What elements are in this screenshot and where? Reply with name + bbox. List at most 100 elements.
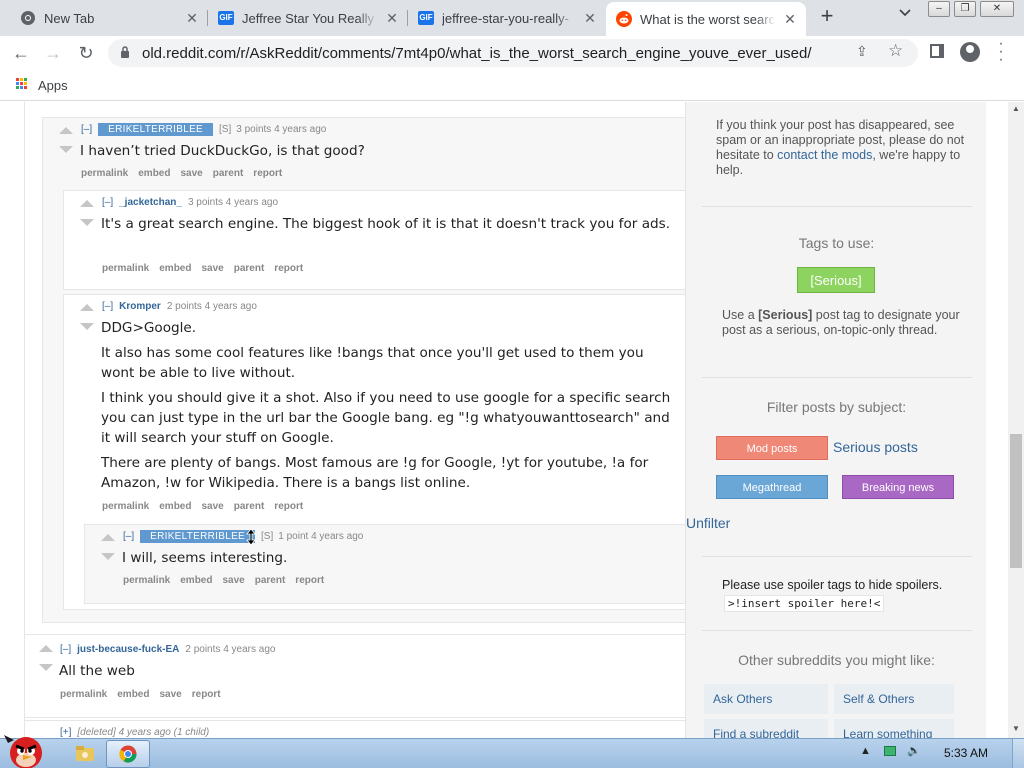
- reload-icon[interactable]: ↻: [74, 41, 98, 65]
- menu-kebab-icon[interactable]: · · ·: [995, 36, 1007, 68]
- serious-posts-link[interactable]: Serious posts: [833, 439, 918, 455]
- report-link[interactable]: report: [253, 168, 282, 179]
- address-bar[interactable]: old.reddit.com/r/AskReddit/comments/7mt4…: [108, 39, 918, 67]
- parent-link[interactable]: parent: [213, 168, 244, 179]
- close-tab-icon[interactable]: ✕: [384, 10, 400, 26]
- volume-icon[interactable]: 🔈: [907, 745, 921, 757]
- minimize-button[interactable]: –: [928, 1, 950, 17]
- save-link[interactable]: save: [180, 168, 202, 179]
- upvote-arrow-icon[interactable]: [59, 127, 73, 134]
- expand-toggle[interactable]: [+]: [60, 727, 71, 738]
- contact-mods-link[interactable]: contact the mods: [777, 148, 872, 162]
- comment-author[interactable]: ERIKELTERRIBLEE: [140, 530, 256, 543]
- save-link[interactable]: save: [201, 263, 223, 274]
- report-link[interactable]: report: [274, 263, 303, 274]
- close-tab-icon[interactable]: ✕: [184, 10, 200, 26]
- profile-avatar-icon[interactable]: [960, 42, 980, 62]
- save-link[interactable]: save: [222, 575, 244, 586]
- permalink-link[interactable]: permalink: [102, 263, 149, 274]
- scrollbar-thumb[interactable]: [1010, 434, 1022, 568]
- divider: [702, 630, 972, 631]
- collapse-toggle[interactable]: [–]: [81, 124, 92, 135]
- downvote-arrow-icon[interactable]: [80, 323, 94, 330]
- apps-label[interactable]: Apps: [38, 78, 68, 93]
- report-link[interactable]: report: [274, 501, 303, 512]
- apps-grid-icon[interactable]: [16, 78, 28, 90]
- permalink-link[interactable]: permalink: [102, 501, 149, 512]
- find-subreddit-link[interactable]: Find a subreddit: [704, 719, 828, 738]
- embed-link[interactable]: embed: [159, 263, 191, 274]
- embed-link[interactable]: embed: [159, 501, 191, 512]
- upvote-arrow-icon[interactable]: [39, 645, 53, 652]
- new-tab-button[interactable]: +: [816, 5, 838, 28]
- permalink-link[interactable]: permalink: [81, 168, 128, 179]
- tab-jeffree-2[interactable]: GIF jeffree-star-you-really- ✕: [408, 0, 606, 36]
- collapse-toggle[interactable]: [–]: [102, 197, 113, 208]
- breaking-news-button[interactable]: Breaking news: [842, 475, 954, 499]
- back-arrow-icon[interactable]: ←: [9, 41, 33, 65]
- downvote-arrow-icon[interactable]: [80, 219, 94, 226]
- downvote-arrow-icon[interactable]: [101, 553, 115, 560]
- upvote-arrow-icon[interactable]: [101, 534, 115, 541]
- close-tab-icon[interactable]: ✕: [582, 10, 598, 26]
- file-explorer-icon[interactable]: [66, 742, 106, 766]
- collapse-toggle[interactable]: [–]: [102, 301, 113, 312]
- tab-new-tab[interactable]: New Tab ✕: [12, 0, 208, 36]
- restore-button[interactable]: ❐: [954, 1, 976, 17]
- embed-link[interactable]: embed: [117, 689, 149, 700]
- comment-time: 4 years ago: [311, 531, 364, 542]
- tray-expand-icon[interactable]: ▲: [860, 745, 871, 757]
- tab-reddit-active[interactable]: What is the worst searc ✕: [606, 2, 806, 36]
- side-panel-icon[interactable]: [930, 44, 944, 58]
- parent-link[interactable]: parent: [255, 575, 286, 586]
- unfilter-link[interactable]: Unfilter: [686, 515, 730, 531]
- comment-author[interactable]: Kromper: [119, 301, 161, 312]
- downvote-arrow-icon[interactable]: [59, 146, 73, 153]
- scroll-up-arrow-icon[interactable]: ▲: [1011, 104, 1021, 114]
- downvote-arrow-icon[interactable]: [39, 664, 53, 671]
- taskbar-clock[interactable]: 5:33 AM: [944, 746, 988, 760]
- comment-paragraph: DDG>Google.: [101, 320, 197, 336]
- learn-something-link[interactable]: Learn something: [834, 719, 954, 738]
- embed-link[interactable]: embed: [180, 575, 212, 586]
- save-link[interactable]: save: [201, 501, 223, 512]
- ask-others-link[interactable]: Ask Others: [704, 684, 828, 714]
- save-link[interactable]: save: [159, 689, 181, 700]
- collapse-toggle[interactable]: [–]: [123, 531, 134, 542]
- forward-arrow-icon[interactable]: →: [41, 41, 65, 65]
- report-link[interactable]: report: [192, 689, 221, 700]
- show-desktop-button[interactable]: [1012, 739, 1024, 768]
- bookmark-star-icon[interactable]: ☆: [888, 41, 903, 61]
- share-icon[interactable]: ⇪: [856, 43, 868, 60]
- tab-jeffree-1[interactable]: GIF Jeffree Star You Really T ✕: [208, 0, 408, 36]
- tab-search-chevron-icon[interactable]: [896, 8, 914, 26]
- close-tab-icon[interactable]: ✕: [782, 11, 798, 27]
- upvote-arrow-icon[interactable]: [80, 200, 94, 207]
- comment-links: permalink embed save parent report: [102, 263, 313, 274]
- self-and-others-link[interactable]: Self & Others: [834, 684, 954, 714]
- permalink-link[interactable]: permalink: [60, 689, 107, 700]
- page-scrollbar[interactable]: ▲ ▼: [1008, 102, 1024, 738]
- comment-author[interactable]: ERIKELTERRIBLEE: [98, 123, 214, 136]
- upvote-arrow-icon[interactable]: [80, 304, 94, 311]
- mod-posts-button[interactable]: Mod posts: [716, 436, 828, 460]
- report-link[interactable]: report: [295, 575, 324, 586]
- comment-author[interactable]: _jacketchan_: [119, 197, 182, 208]
- chrome-taskbar-button[interactable]: [106, 740, 150, 768]
- embed-link[interactable]: embed: [138, 168, 170, 179]
- scroll-down-arrow-icon[interactable]: ▼: [1011, 724, 1021, 734]
- comment-just-because: [–] just-because-fuck-EA 2 points 4 years …: [24, 634, 686, 718]
- parent-link[interactable]: parent: [234, 501, 265, 512]
- network-icon[interactable]: [883, 746, 896, 757]
- parent-link[interactable]: parent: [234, 263, 265, 274]
- permalink-link[interactable]: permalink: [123, 575, 170, 586]
- megathread-button[interactable]: Megathread: [716, 475, 828, 499]
- lock-icon: [121, 46, 129, 58]
- close-window-button[interactable]: ✕: [980, 1, 1014, 17]
- bookmarks-bar: Apps: [0, 70, 1024, 101]
- comment-author[interactable]: just-because-fuck-EA: [77, 644, 179, 655]
- start-button-angry-bird-icon[interactable]: [2, 731, 50, 768]
- serious-tag-button[interactable]: [Serious]: [797, 267, 875, 293]
- comment-time: 4 years ago: [223, 644, 276, 655]
- collapse-toggle[interactable]: [–]: [60, 644, 71, 655]
